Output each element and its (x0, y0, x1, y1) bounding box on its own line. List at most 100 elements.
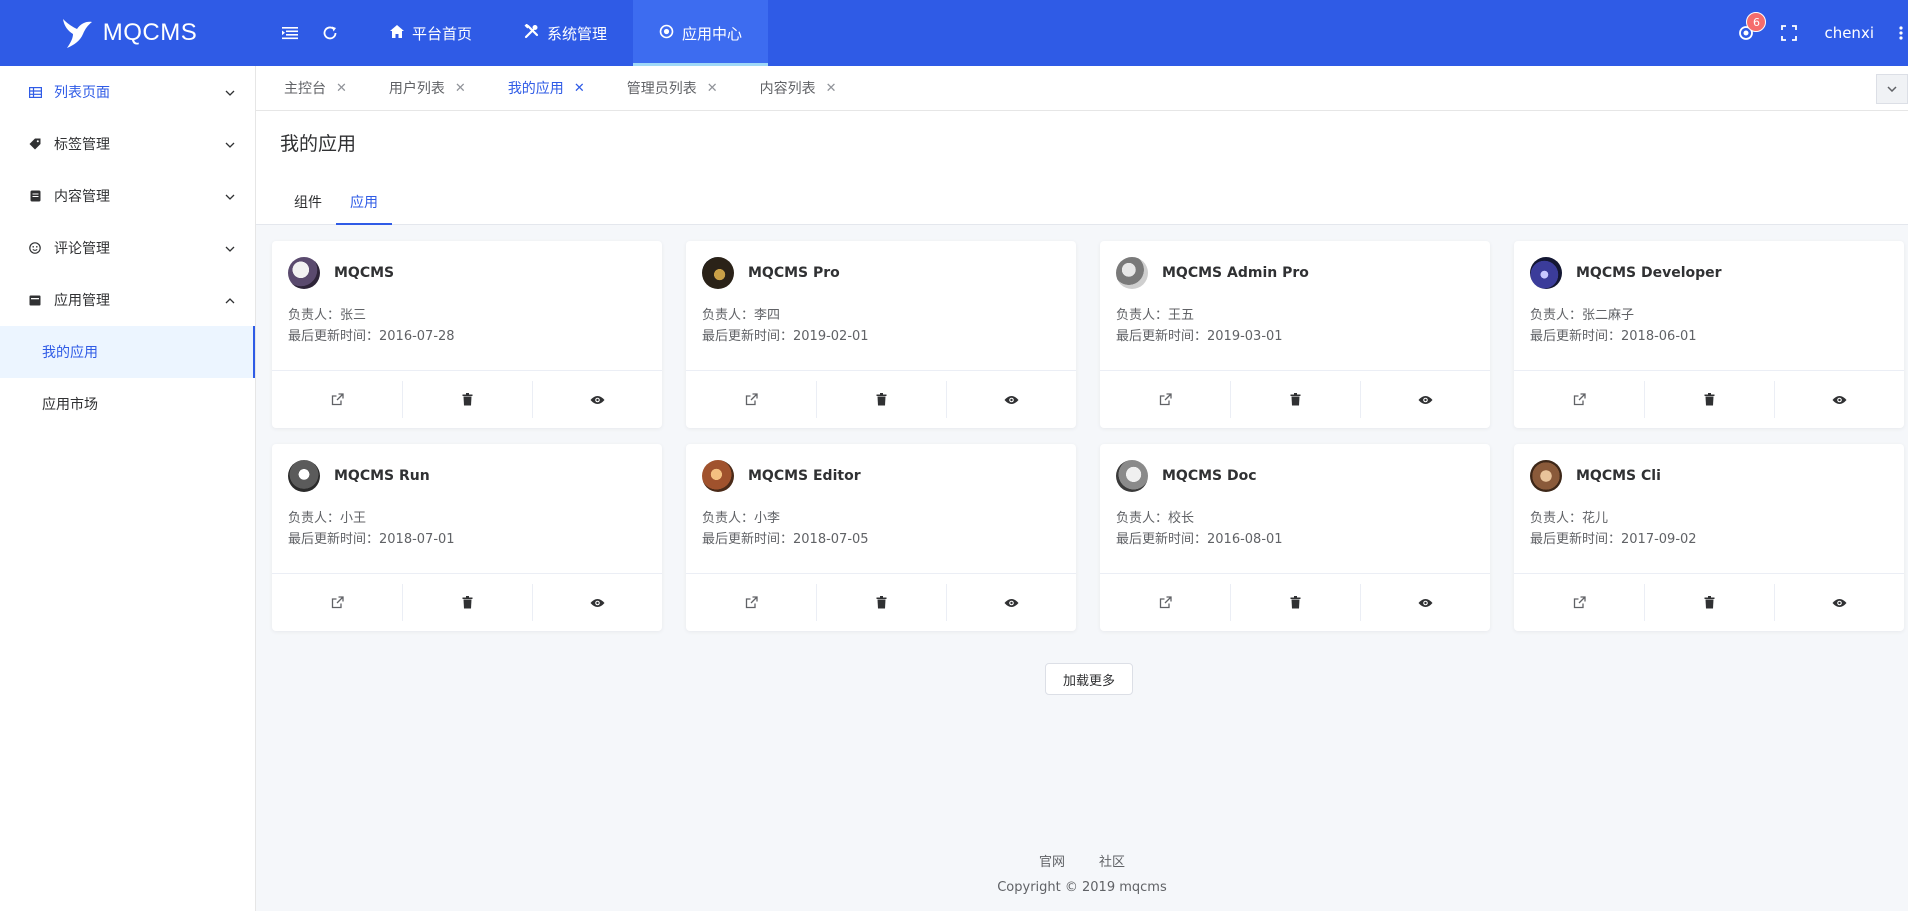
target-icon (659, 24, 674, 43)
edit-button[interactable] (272, 371, 402, 428)
sidebar-subitem-my-apps[interactable]: 我的应用 (0, 326, 255, 378)
app-name[interactable]: MQCMS Editor (748, 468, 861, 484)
footer-link-community[interactable]: 社区 (1099, 851, 1125, 870)
delete-button[interactable] (816, 574, 946, 631)
subtab-apps[interactable]: 应用 (336, 189, 392, 225)
menu-toggle-icon[interactable] (270, 0, 310, 66)
tab-label: 管理员列表 (626, 81, 697, 97)
tabs-dropdown-button[interactable] (1876, 74, 1908, 104)
delete-button[interactable] (1230, 574, 1360, 631)
close-icon[interactable]: ✕ (574, 81, 585, 96)
tab-user-list[interactable]: 用户列表 ✕ (361, 78, 466, 98)
more-vertical-icon[interactable] (1894, 0, 1908, 66)
sidebar-item-list-pages[interactable]: 列表页面 (0, 66, 255, 118)
refresh-icon[interactable] (310, 0, 350, 66)
nav-label: 系统管理 (547, 24, 608, 43)
view-button[interactable] (946, 574, 1076, 631)
tag-icon (28, 137, 42, 151)
view-button[interactable] (1360, 371, 1490, 428)
app-owner: 负责人：张三 (272, 305, 662, 326)
view-button[interactable] (532, 574, 662, 631)
notification-button[interactable]: 6 (1726, 0, 1767, 66)
subtab-components[interactable]: 组件 (280, 189, 336, 225)
app-updated: 最后更新时间：2019-03-01 (1100, 326, 1490, 347)
edit-button[interactable] (1100, 371, 1230, 428)
owner-value: 小王 (340, 511, 367, 526)
logo[interactable]: MQCMS (0, 0, 256, 66)
view-button[interactable] (1774, 574, 1904, 631)
app-card: MQCMS Pro 负责人：李四 最后更新时间：2019-02-01 (686, 241, 1076, 428)
content-header: 我的应用 组件 应用 (256, 111, 1908, 225)
edit-button[interactable] (1100, 574, 1230, 631)
delete-button[interactable] (1230, 371, 1360, 428)
tab-admin-list[interactable]: 管理员列表 ✕ (599, 78, 718, 98)
sidebar-subitem-app-market[interactable]: 应用市场 (0, 378, 255, 430)
edit-button[interactable] (686, 574, 816, 631)
edit-button[interactable] (1514, 371, 1644, 428)
app-updated: 最后更新时间：2018-07-01 (272, 529, 662, 550)
app-name[interactable]: MQCMS Doc (1162, 468, 1257, 484)
delete-button[interactable] (1644, 574, 1774, 631)
chevron-up-icon (225, 292, 235, 308)
edit-button[interactable] (272, 574, 402, 631)
app-card-header: MQCMS Editor (686, 444, 1076, 508)
sidebar-item-comment-management[interactable]: 评论管理 (0, 222, 255, 274)
owner-value: 小李 (754, 511, 781, 526)
owner-prefix: 负责人： (1530, 308, 1583, 323)
external-link-icon (1159, 596, 1172, 609)
app-name[interactable]: MQCMS Admin Pro (1162, 265, 1309, 281)
sidebar-item-content-management[interactable]: 内容管理 (0, 170, 255, 222)
app-updated: 最后更新时间：2018-06-01 (1514, 326, 1904, 347)
delete-button[interactable] (402, 371, 532, 428)
external-link-icon (1573, 393, 1586, 406)
delete-button[interactable] (402, 574, 532, 631)
tab-content-list[interactable]: 内容列表 ✕ (732, 78, 837, 98)
delete-button[interactable] (1644, 371, 1774, 428)
edit-button[interactable] (686, 371, 816, 428)
footer-link-website[interactable]: 官网 (1039, 851, 1065, 870)
app-name[interactable]: MQCMS (334, 265, 394, 281)
tab-dashboard[interactable]: 主控台 ✕ (256, 78, 347, 98)
app-icon (28, 293, 42, 307)
nav-platform-home[interactable]: 平台首页 (364, 0, 498, 66)
sidebar-item-tag-management[interactable]: 标签管理 (0, 118, 255, 170)
external-link-icon (1573, 596, 1586, 609)
app-avatar (702, 460, 734, 492)
owner-prefix: 负责人： (288, 511, 341, 526)
close-icon[interactable]: ✕ (455, 81, 466, 96)
edit-button[interactable] (1514, 574, 1644, 631)
view-button[interactable] (946, 371, 1076, 428)
app-name[interactable]: MQCMS Run (334, 468, 430, 484)
nav-system-management[interactable]: 系统管理 (498, 0, 633, 66)
app-card-actions (1514, 573, 1904, 631)
close-icon[interactable]: ✕ (826, 81, 837, 96)
close-icon[interactable]: ✕ (707, 81, 718, 96)
sidebar-subitem-label: 应用市场 (42, 397, 98, 413)
smile-icon (28, 241, 42, 255)
owner-value: 王五 (1168, 308, 1195, 323)
fullscreen-icon[interactable] (1766, 0, 1812, 66)
nav-app-center[interactable]: 应用中心 (633, 0, 769, 66)
updated-prefix: 最后更新时间： (288, 532, 380, 547)
tab-label: 主控台 (284, 81, 326, 97)
username[interactable]: chenxi (1812, 24, 1894, 42)
external-link-icon (331, 596, 344, 609)
view-button[interactable] (532, 371, 662, 428)
app-updated: 最后更新时间：2016-08-01 (1100, 529, 1490, 550)
tab-my-apps[interactable]: 我的应用 ✕ (480, 78, 585, 98)
updated-value: 2018-07-01 (379, 532, 455, 547)
updated-prefix: 最后更新时间： (1116, 329, 1208, 344)
delete-button[interactable] (816, 371, 946, 428)
app-name[interactable]: MQCMS Developer (1576, 265, 1722, 281)
app-name[interactable]: MQCMS Pro (748, 265, 840, 281)
eye-icon (1418, 395, 1432, 404)
load-more-button[interactable]: 加载更多 (1045, 663, 1133, 695)
close-icon[interactable]: ✕ (336, 81, 347, 96)
sidebar-item-label: 评论管理 (54, 241, 110, 257)
view-button[interactable] (1774, 371, 1904, 428)
app-updated: 最后更新时间：2016-07-28 (272, 326, 662, 347)
top-header: MQCMS 平台首页 系统管理 应用中心 6 chenxi (0, 0, 1908, 66)
view-button[interactable] (1360, 574, 1490, 631)
sidebar-item-app-management[interactable]: 应用管理 (0, 274, 255, 326)
app-name[interactable]: MQCMS Cli (1576, 468, 1661, 484)
